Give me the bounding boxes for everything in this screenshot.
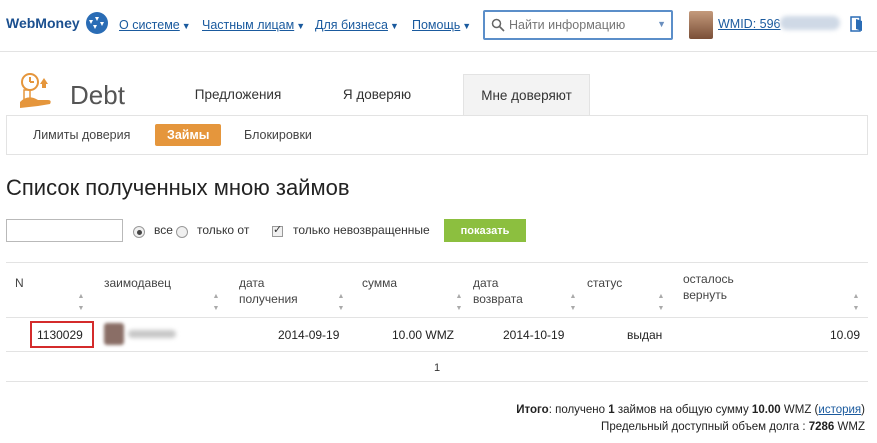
webmoney-logo[interactable]: WebMoney [6, 15, 80, 31]
lender-name-redacted[interactable] [128, 330, 176, 338]
sort-n-icon[interactable]: ▲ ▼ [76, 279, 86, 315]
remaining: 10.09 [830, 328, 861, 342]
avatar[interactable] [689, 11, 713, 39]
tab-offers[interactable]: Предложения [179, 74, 297, 116]
lender-avatar[interactable] [104, 323, 124, 345]
nav-about[interactable]: О системе ▼ [119, 18, 191, 32]
radio-all-label: все [154, 223, 173, 237]
chevron-down-icon: ▼ [296, 21, 306, 31]
table-row[interactable]: 1130029 2014-09-19 10.00 WMZ 2014-10-19 … [6, 318, 868, 352]
sort-lender-icon[interactable]: ▲ ▼ [211, 279, 221, 315]
col-lender[interactable]: заимодавец [104, 275, 171, 291]
sort-status-icon[interactable]: ▲ ▼ [656, 279, 666, 315]
pagination: 1 [6, 360, 868, 382]
limit-line: Предельный доступный объем долга : 7286 … [601, 421, 865, 433]
nav-help[interactable]: Помощь ▼ [412, 18, 471, 32]
table-header: N ▲ ▼ заимодавец ▲ ▼ дата получения ▲ ▼ сумм… [6, 262, 868, 318]
search-box[interactable]: ▼ [483, 10, 673, 40]
checkbox-unreturned-label: только невозвращенные [293, 223, 430, 237]
page-1-link[interactable]: 1 [434, 362, 440, 374]
wmid-link[interactable]: WMID: 596 [718, 17, 781, 31]
page-title: Список полученных мною займов [6, 175, 350, 200]
radio-from-only[interactable] [176, 226, 188, 238]
col-remaining[interactable]: осталось вернуть [683, 271, 734, 303]
sort-remaining-icon[interactable]: ▲ ▼ [851, 279, 861, 315]
radio-all[interactable] [133, 226, 145, 238]
chevron-down-icon: ▼ [181, 21, 191, 31]
amount: 10.00 WMZ [392, 328, 455, 342]
checkbox-unreturned[interactable] [272, 223, 283, 237]
main-tabs: Предложения Я доверяю Мне доверяют [0, 74, 877, 116]
return-date: 2014-10-19 [503, 328, 565, 342]
search-input[interactable] [509, 15, 649, 35]
col-return-date[interactable]: дата возврата [473, 275, 523, 307]
nav-individuals[interactable]: Частным лицам ▼ [202, 18, 305, 32]
history-link[interactable]: история [818, 404, 861, 416]
totals-line: Итого: получено 1 займов на общую сумму … [516, 404, 865, 416]
nav-business[interactable]: Для бизнеса ▼ [315, 18, 399, 32]
chevron-down-icon: ▼ [462, 21, 472, 31]
top-bar: WebMoney О системе ▼ Частным лицам ▼ Для б… [0, 0, 877, 52]
col-received[interactable]: дата получения [239, 275, 298, 307]
radio-from-only-label: только от [197, 223, 250, 237]
show-button[interactable]: показать [444, 219, 526, 242]
wmid-redacted [780, 16, 840, 30]
totals-summary: Итого: получено 1 займов на общую сумму … [516, 402, 865, 436]
lender-filter-input[interactable] [6, 219, 123, 242]
tab-i-trust[interactable]: Я доверяю [327, 74, 427, 116]
subtabs-bar: Лимиты доверия Займы Блокировки [6, 115, 868, 155]
tab-trust-me[interactable]: Мне доверяют [463, 74, 590, 116]
subtab-blocks[interactable]: Блокировки [232, 124, 324, 146]
logout-icon[interactable] [850, 16, 864, 32]
subtab-loans[interactable]: Займы [155, 124, 222, 146]
search-dropdown-icon[interactable]: ▼ [657, 19, 666, 29]
col-status[interactable]: статус [587, 275, 622, 291]
webmoney-globe-icon[interactable] [85, 11, 109, 35]
search-icon [491, 18, 505, 32]
loan-id[interactable]: 1130029 [37, 328, 83, 342]
col-amount[interactable]: сумма [362, 275, 397, 291]
subtab-trust-limits[interactable]: Лимиты доверия [21, 124, 142, 146]
sort-received-icon[interactable]: ▲ ▼ [336, 279, 346, 315]
sort-return-icon[interactable]: ▲ ▼ [568, 279, 578, 315]
received-date: 2014-09-19 [278, 328, 340, 342]
sort-amount-icon[interactable]: ▲ ▼ [454, 279, 464, 315]
col-n[interactable]: N [15, 275, 24, 291]
status: выдан [627, 328, 663, 342]
chevron-down-icon: ▼ [389, 21, 399, 31]
